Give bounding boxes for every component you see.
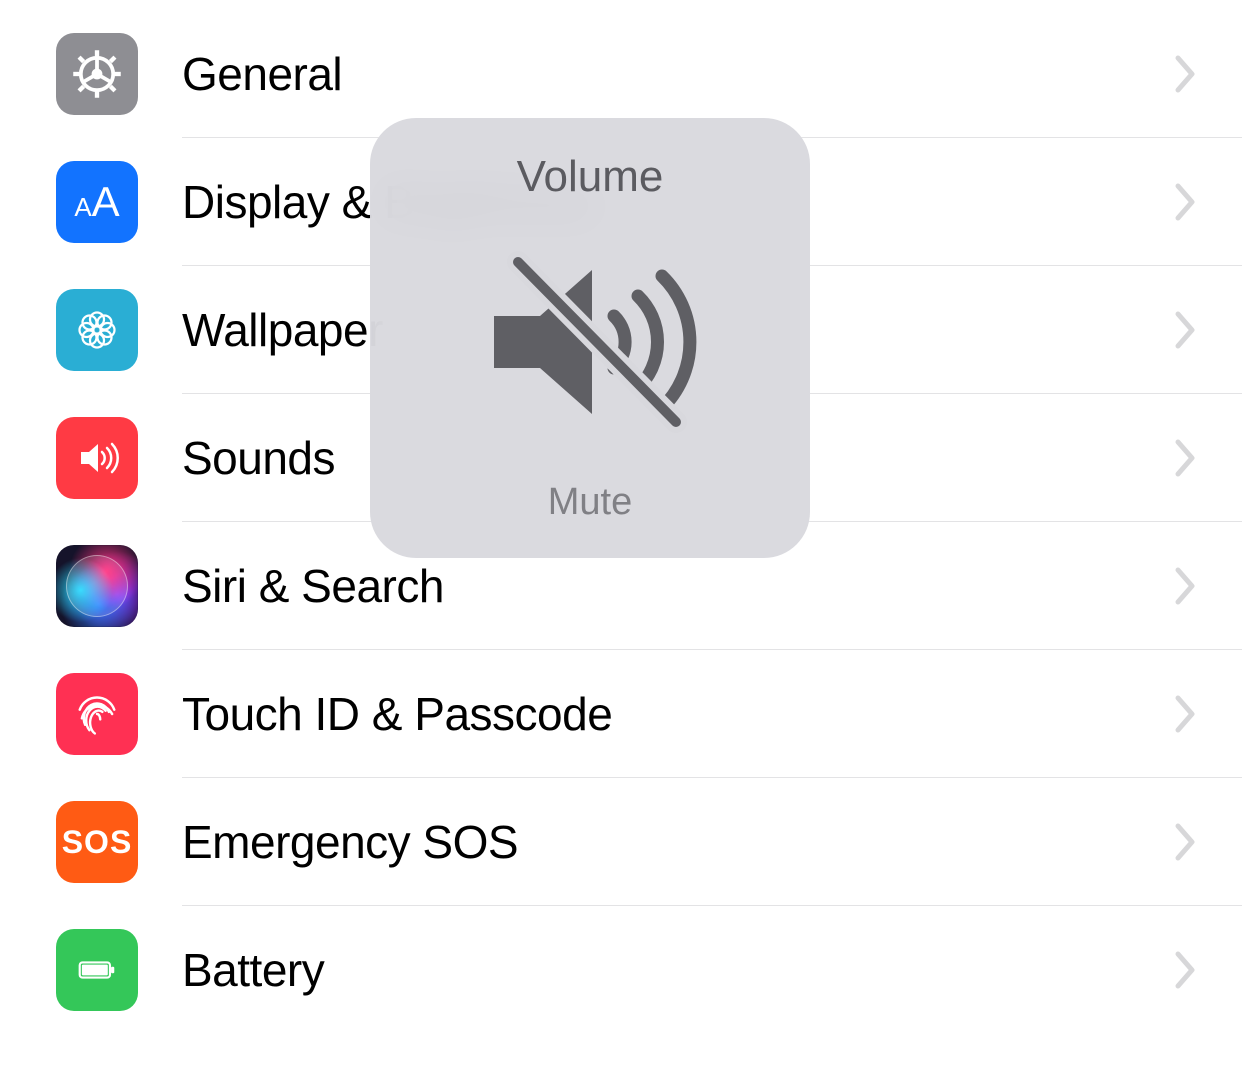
chevron-right-icon	[1172, 566, 1200, 606]
settings-row-battery[interactable]: Battery	[0, 906, 1242, 1034]
volume-hud-status: Mute	[548, 481, 632, 524]
row-label: Emergency SOS	[182, 815, 1172, 869]
settings-row-sos[interactable]: SOS Emergency SOS	[0, 778, 1242, 906]
text-size-icon: AA	[56, 161, 138, 243]
row-label: General	[182, 47, 1172, 101]
chevron-right-icon	[1172, 950, 1200, 990]
gear-icon	[56, 33, 138, 115]
sos-icon: SOS	[56, 801, 138, 883]
row-label: Siri & Search	[182, 559, 1172, 613]
volume-hud-title: Volume	[517, 152, 664, 202]
speaker-muted-icon	[370, 202, 810, 481]
siri-icon	[56, 545, 138, 627]
chevron-right-icon	[1172, 310, 1200, 350]
chevron-right-icon	[1172, 182, 1200, 222]
row-label: Battery	[182, 943, 1172, 997]
chevron-right-icon	[1172, 822, 1200, 862]
flower-icon	[56, 289, 138, 371]
settings-row-touchid[interactable]: Touch ID & Passcode	[0, 650, 1242, 778]
chevron-right-icon	[1172, 694, 1200, 734]
battery-icon	[56, 929, 138, 1011]
fingerprint-icon	[56, 673, 138, 755]
volume-hud: Volume Mute	[370, 118, 810, 558]
row-label: Touch ID & Passcode	[182, 687, 1172, 741]
chevron-right-icon	[1172, 54, 1200, 94]
speaker-icon	[56, 417, 138, 499]
chevron-right-icon	[1172, 438, 1200, 478]
